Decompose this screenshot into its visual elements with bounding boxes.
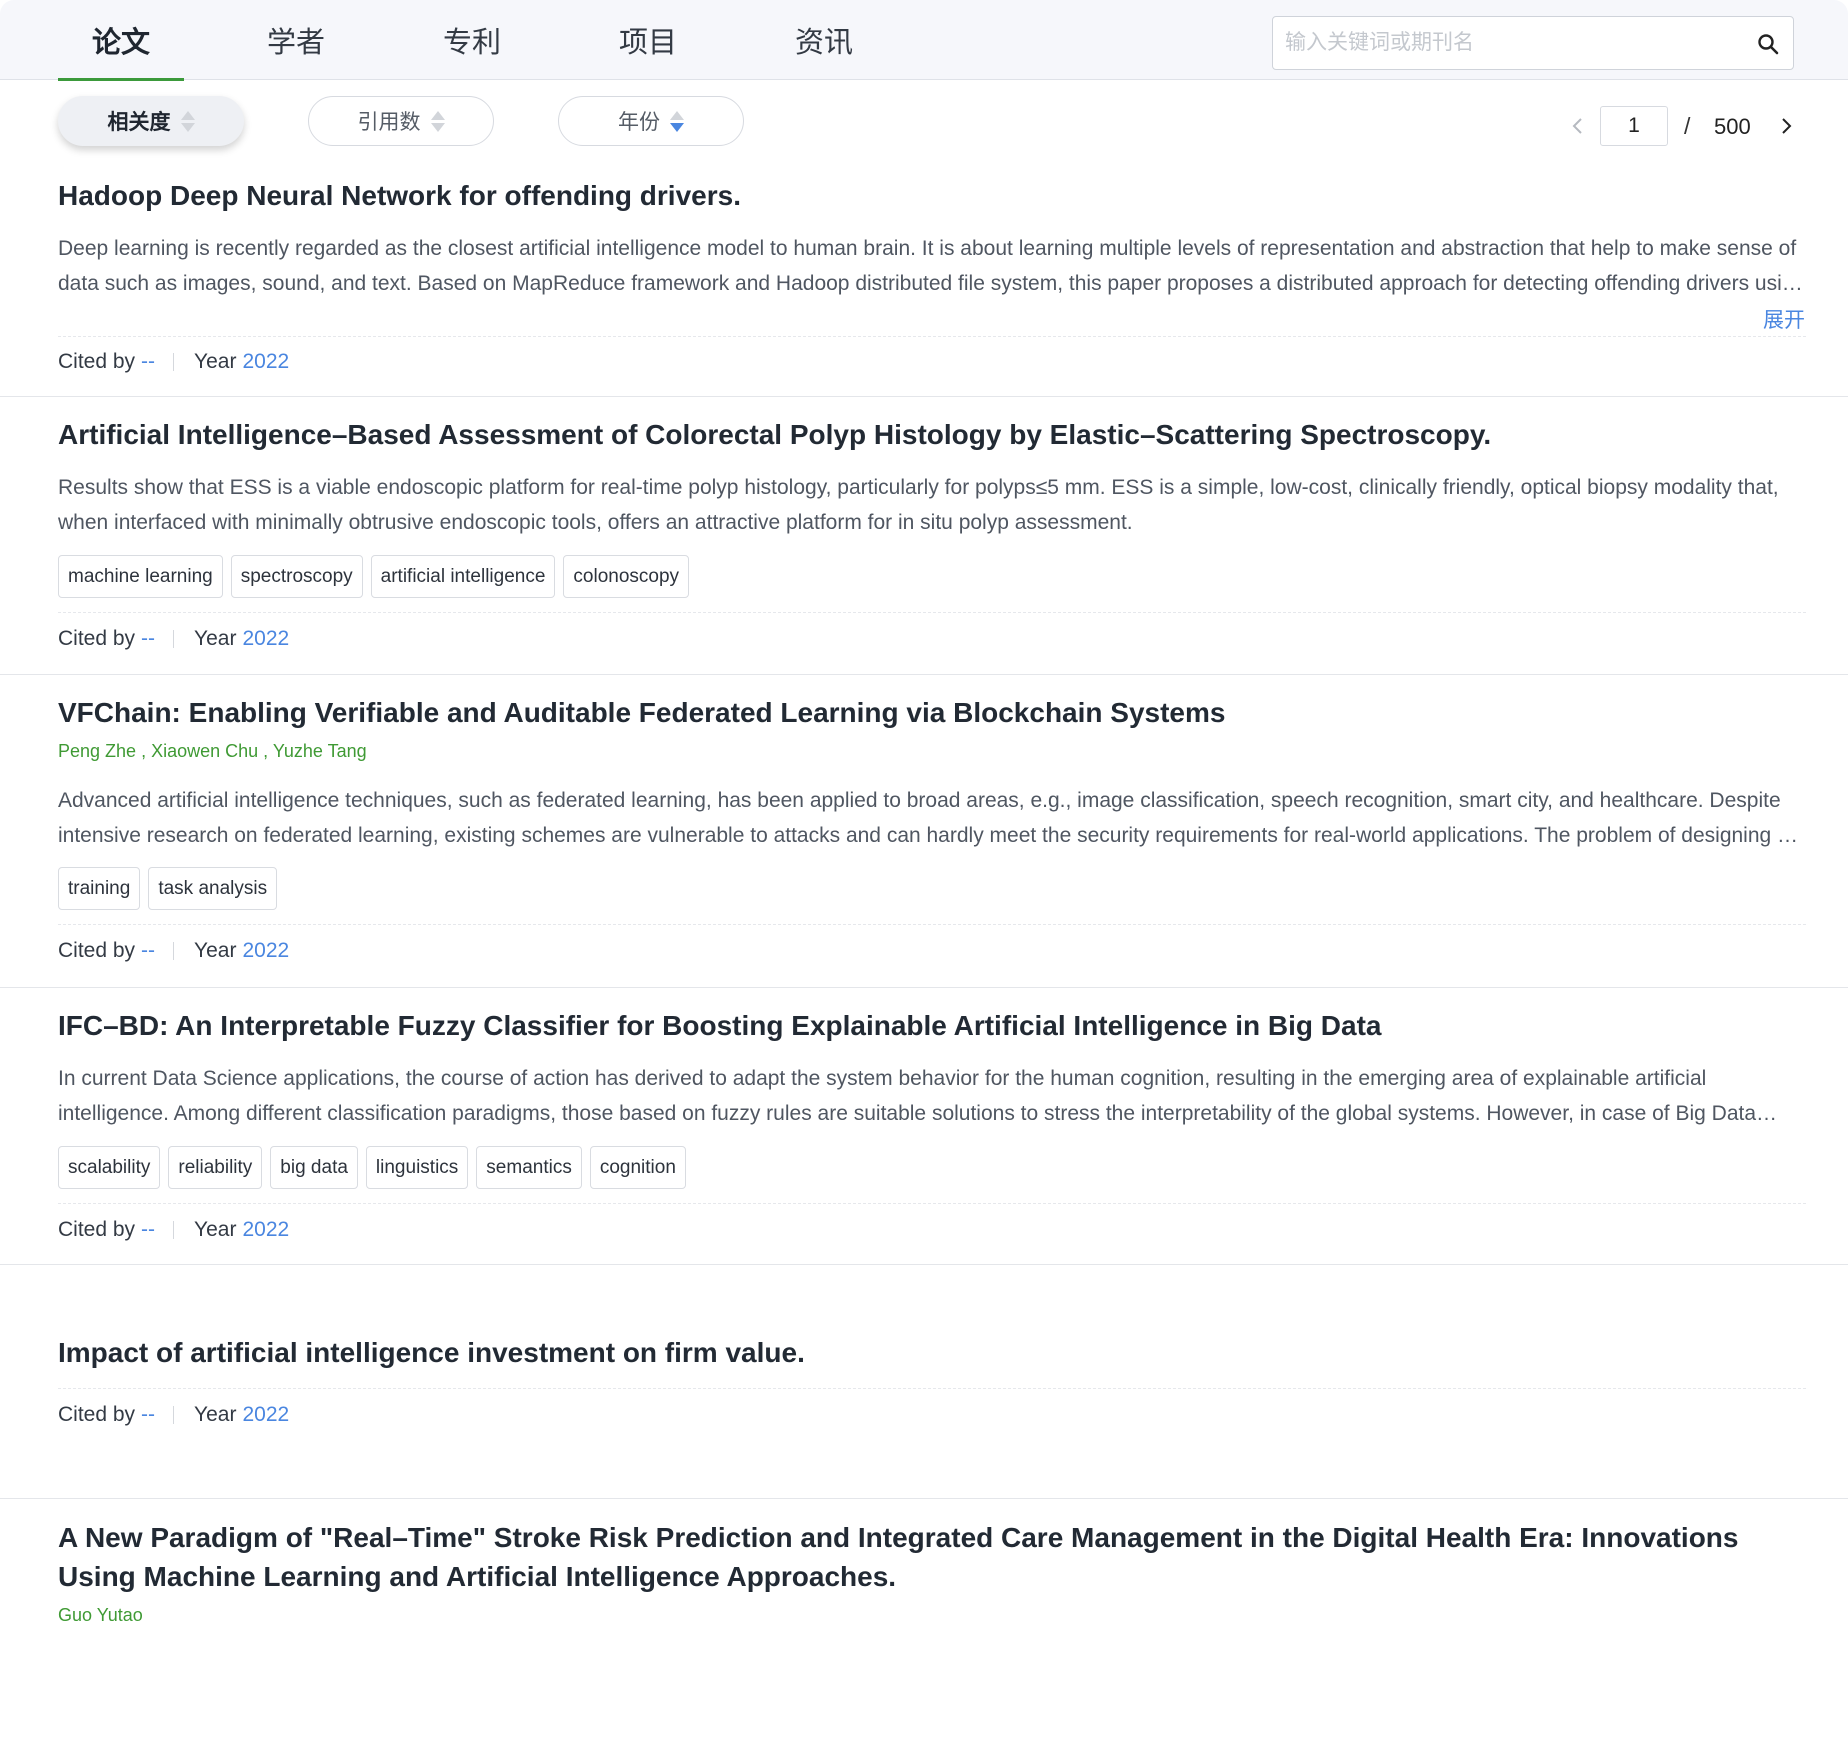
year-label: Year [194,350,237,373]
year-label: Year [194,939,237,962]
cited-by-value[interactable]: -- [141,1218,155,1242]
result-divider [0,674,1848,675]
year-label: Year [194,627,237,650]
dashed-separator [58,1388,1806,1389]
result-divider [0,987,1848,988]
meta-divider [173,1221,175,1239]
cited-by-label: Cited by [58,350,136,373]
year-value[interactable]: 2022 [242,1403,289,1427]
result-divider [0,1264,1848,1265]
cited-by-value[interactable]: -- [141,350,155,374]
keyword-tag[interactable]: training [58,867,141,910]
result-title[interactable]: Hadoop Deep Neural Network for offending… [58,176,1798,215]
author-link[interactable]: Guo Yutao [58,1605,143,1625]
year-value[interactable]: 2022 [242,1218,289,1242]
cited-by-value[interactable]: -- [141,627,155,651]
author-link[interactable]: Xiaowen Chu [151,741,258,761]
sort-desc-arrows-icon [670,110,684,132]
expand-link[interactable]: 展开 [1763,304,1805,334]
result-meta: Cited by -- Year 2022 [58,939,289,963]
sort-arrows-icon [180,110,195,132]
meta-divider [173,353,175,371]
author-link[interactable]: Yuzhe Tang [273,741,367,761]
year-value[interactable]: 2022 [242,350,289,374]
dashed-separator [58,924,1806,925]
year-label: Year [194,1218,237,1241]
result-abstract: Results show that ESS is a viable endosc… [58,476,1779,534]
cited-by-value[interactable]: -- [141,939,155,963]
tab-news[interactable]: 资讯 [760,0,888,80]
meta-divider [173,630,175,648]
prev-page-icon[interactable] [1566,106,1590,146]
dashed-separator [58,1203,1806,1204]
sort-citations-label: 引用数 [357,111,421,134]
result-abstract: Advanced artificial intelligence techniq… [58,789,1789,847]
author-link[interactable]: Peng Zhe [58,741,136,761]
result-divider [0,396,1848,397]
result-meta: Cited by -- Year 2022 [58,1403,289,1427]
sort-citations-button[interactable]: 引用数 [308,96,494,146]
keyword-tags: training task analysis [58,867,278,910]
result-authors: Guo Yutao [58,1605,143,1626]
result-title[interactable]: A New Paradigm of "Real–Time" Stroke Ris… [58,1518,1798,1596]
cited-by-value[interactable]: -- [141,1403,155,1427]
dashed-separator [58,612,1806,613]
keyword-tag[interactable]: semantics [476,1146,582,1189]
result-divider [0,1498,1848,1499]
result-meta: Cited by -- Year 2022 [58,1218,289,1242]
page-total: 500 [1714,114,1751,139]
keyword-tags: machine learning spectroscopy artificial… [58,555,690,598]
result-meta: Cited by -- Year 2022 [58,350,289,374]
year-label: Year [194,1403,237,1426]
keyword-tag[interactable]: scalability [58,1146,161,1189]
cited-by-label: Cited by [58,1218,136,1241]
next-page-icon[interactable] [1774,106,1798,146]
keyword-tag[interactable]: task analysis [148,867,278,910]
keyword-tag[interactable]: spectroscopy [230,555,363,598]
search-input[interactable] [1285,17,1725,69]
result-abstract: In current Data Science applications, th… [58,1067,1757,1125]
dashed-separator [58,336,1806,337]
meta-divider [173,942,175,960]
keyword-tag[interactable]: cognition [589,1146,686,1189]
tab-papers[interactable]: 论文 [58,0,184,81]
pagination: / 500 [1560,106,1810,146]
sort-year-label: 年份 [618,111,660,134]
cited-by-label: Cited by [58,1403,136,1426]
search-results-page: 论文 学者 专利 项目 资讯 相关度 引用数 年份 / [0,0,1848,1740]
keyword-tag[interactable]: machine learning [58,555,223,598]
page-separator: / [1684,113,1691,139]
year-value[interactable]: 2022 [242,627,289,651]
tab-scholars[interactable]: 学者 [232,0,360,80]
keyword-tag[interactable]: reliability [168,1146,263,1189]
result-title[interactable]: IFC–BD: An Interpretable Fuzzy Classifie… [58,1006,1798,1045]
keyword-tags: scalability reliability big data linguis… [58,1146,686,1189]
keyword-tag[interactable]: linguistics [365,1146,469,1189]
result-authors: Peng Zhe , Xiaowen Chu , Yuzhe Tang [58,741,367,761]
tab-patents[interactable]: 专利 [408,0,536,80]
cited-by-label: Cited by [58,627,136,650]
year-value[interactable]: 2022 [242,939,289,963]
sort-relevance-button[interactable]: 相关度 [58,96,244,146]
tab-projects[interactable]: 项目 [584,0,712,80]
page-number-input[interactable] [1600,106,1668,146]
result-title[interactable]: Artificial Intelligence–Based Assessment… [58,415,1798,454]
top-tab-bar: 论文 学者 专利 项目 资讯 [0,0,1848,81]
result-abstract: Deep learning is recently regarded as th… [58,237,1806,295]
keyword-tag[interactable]: artificial intelligence [370,555,556,598]
result-meta: Cited by -- Year 2022 [58,627,289,651]
keyword-tag[interactable]: big data [270,1146,358,1189]
sort-arrows-icon [430,110,445,132]
meta-divider [173,1406,175,1424]
sort-year-button[interactable]: 年份 [558,96,744,146]
keyword-tag[interactable]: colonoscopy [563,555,690,598]
search-icon[interactable] [1751,27,1785,61]
result-title[interactable]: VFChain: Enabling Verifiable and Auditab… [58,693,1798,732]
result-title[interactable]: Impact of artificial intelligence invest… [58,1333,1798,1372]
cited-by-label: Cited by [58,939,136,962]
search-box [1272,16,1794,70]
sort-relevance-label: 相关度 [107,111,171,134]
